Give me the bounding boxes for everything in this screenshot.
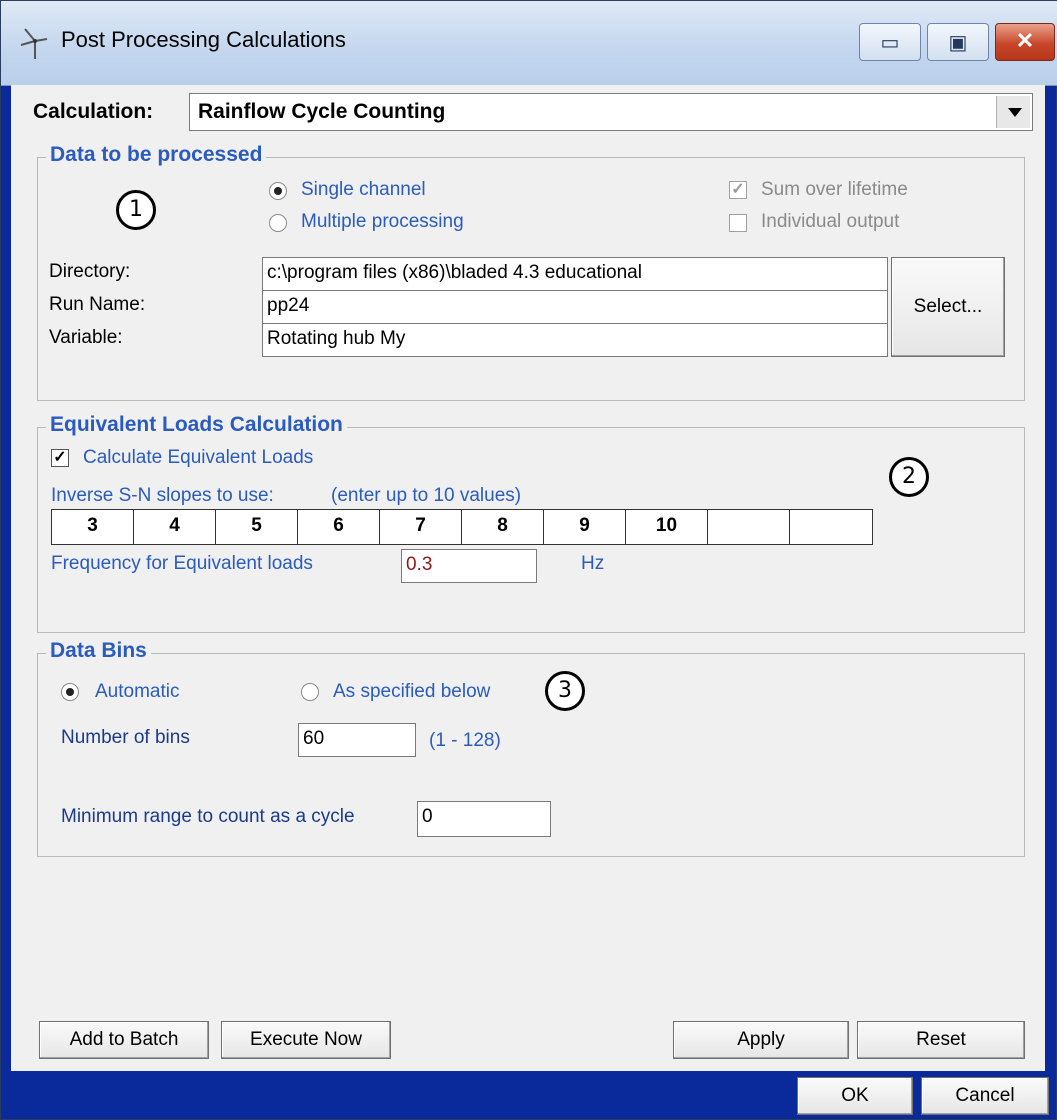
maximize-icon: ▣ xyxy=(948,32,968,54)
sum-over-lifetime-label: Sum over lifetime xyxy=(761,179,908,200)
automatic-radio[interactable] xyxy=(61,683,79,701)
calculation-value: Rainflow Cycle Counting xyxy=(198,100,446,123)
number-of-bins-label: Number of bins xyxy=(61,727,190,748)
calculation-select[interactable]: Rainflow Cycle Counting xyxy=(189,93,1033,131)
automatic-label: Automatic xyxy=(95,681,180,702)
as-specified-label: As specified below xyxy=(333,681,491,702)
directory-field[interactable]: c:\program files (x86)\bladed 4.3 educat… xyxy=(262,257,888,291)
number-of-bins-range: (1 - 128) xyxy=(429,730,501,751)
add-to-batch-button[interactable]: Add to Batch xyxy=(39,1021,209,1059)
maximize-button[interactable]: ▣ xyxy=(927,23,989,61)
post-processing-window: Post Processing Calculations ▭ ▣ ✕ Calcu… xyxy=(0,0,1057,1120)
sn-slopes-hint: (enter up to 10 values) xyxy=(331,485,522,506)
sn-slope-cell[interactable] xyxy=(790,510,872,544)
sn-slope-cell[interactable]: 8 xyxy=(462,510,544,544)
directory-label: Directory: xyxy=(49,261,131,282)
sn-slope-cell[interactable] xyxy=(708,510,790,544)
sn-slope-cell[interactable]: 7 xyxy=(380,510,462,544)
dialog-body: Calculation: Rainflow Cycle Counting Dat… xyxy=(11,85,1045,1071)
sn-slope-cell[interactable]: 5 xyxy=(216,510,298,544)
sn-slope-cell[interactable]: 3 xyxy=(52,510,134,544)
sn-slopes-grid: 3 4 5 6 7 8 9 10 xyxy=(51,509,873,545)
annotation-marker-1: 1 xyxy=(116,190,156,230)
sn-slope-cell[interactable]: 6 xyxy=(298,510,380,544)
execute-now-button[interactable]: Execute Now xyxy=(221,1021,391,1059)
frequency-unit: Hz xyxy=(581,553,605,574)
equiv-group-title: Equivalent Loads Calculation xyxy=(46,413,347,437)
run-name-field[interactable]: pp24 xyxy=(262,290,888,324)
ok-button[interactable]: OK xyxy=(797,1077,913,1115)
calculation-label: Calculation: xyxy=(33,100,154,123)
frequency-field[interactable]: 0.3 xyxy=(401,549,537,583)
bins-group-title: Data Bins xyxy=(46,639,151,663)
run-name-label: Run Name: xyxy=(49,294,146,315)
minimize-icon: ▭ xyxy=(880,32,900,54)
sum-over-lifetime-checkbox[interactable]: ✓ xyxy=(729,181,747,199)
close-icon: ✕ xyxy=(1015,28,1035,53)
variable-label: Variable: xyxy=(49,327,123,348)
as-specified-radio[interactable] xyxy=(301,683,319,701)
minimum-range-field[interactable]: 0 xyxy=(417,801,551,837)
single-channel-label: Single channel xyxy=(301,179,426,200)
chevron-down-icon[interactable] xyxy=(996,96,1030,128)
variable-field[interactable]: Rotating hub My xyxy=(262,323,888,357)
window-title: Post Processing Calculations xyxy=(61,27,346,52)
sn-slope-cell[interactable]: 9 xyxy=(544,510,626,544)
cancel-button[interactable]: Cancel xyxy=(921,1077,1049,1115)
sn-slopes-label: Inverse S-N slopes to use: xyxy=(51,485,274,506)
calculate-equivalent-loads-checkbox[interactable]: ✓ xyxy=(51,449,69,467)
frequency-label: Frequency for Equivalent loads xyxy=(51,553,313,574)
multiple-processing-radio[interactable] xyxy=(269,214,287,232)
select-button[interactable]: Select... xyxy=(891,257,1005,357)
calculate-equivalent-loads-label: Calculate Equivalent Loads xyxy=(83,447,314,468)
number-of-bins-field[interactable]: 60 xyxy=(298,723,416,757)
sn-slope-cell[interactable]: 10 xyxy=(626,510,708,544)
single-channel-radio[interactable] xyxy=(269,182,287,200)
minimize-button[interactable]: ▭ xyxy=(859,23,921,61)
annotation-marker-3: 3 xyxy=(545,671,585,711)
individual-output-label: Individual output xyxy=(761,211,900,232)
reset-button[interactable]: Reset xyxy=(857,1021,1025,1059)
annotation-marker-2: 2 xyxy=(889,457,929,497)
sn-slope-cell[interactable]: 4 xyxy=(134,510,216,544)
wind-turbine-icon xyxy=(20,28,48,59)
minimum-range-label: Minimum range to count as a cycle xyxy=(61,806,355,827)
data-group-title: Data to be processed xyxy=(46,143,267,167)
individual-output-checkbox[interactable] xyxy=(729,214,747,232)
close-button[interactable]: ✕ xyxy=(995,23,1055,61)
apply-button[interactable]: Apply xyxy=(673,1021,849,1059)
title-bar[interactable]: Post Processing Calculations ▭ ▣ ✕ xyxy=(1,1,1057,86)
multiple-processing-label: Multiple processing xyxy=(301,211,464,232)
